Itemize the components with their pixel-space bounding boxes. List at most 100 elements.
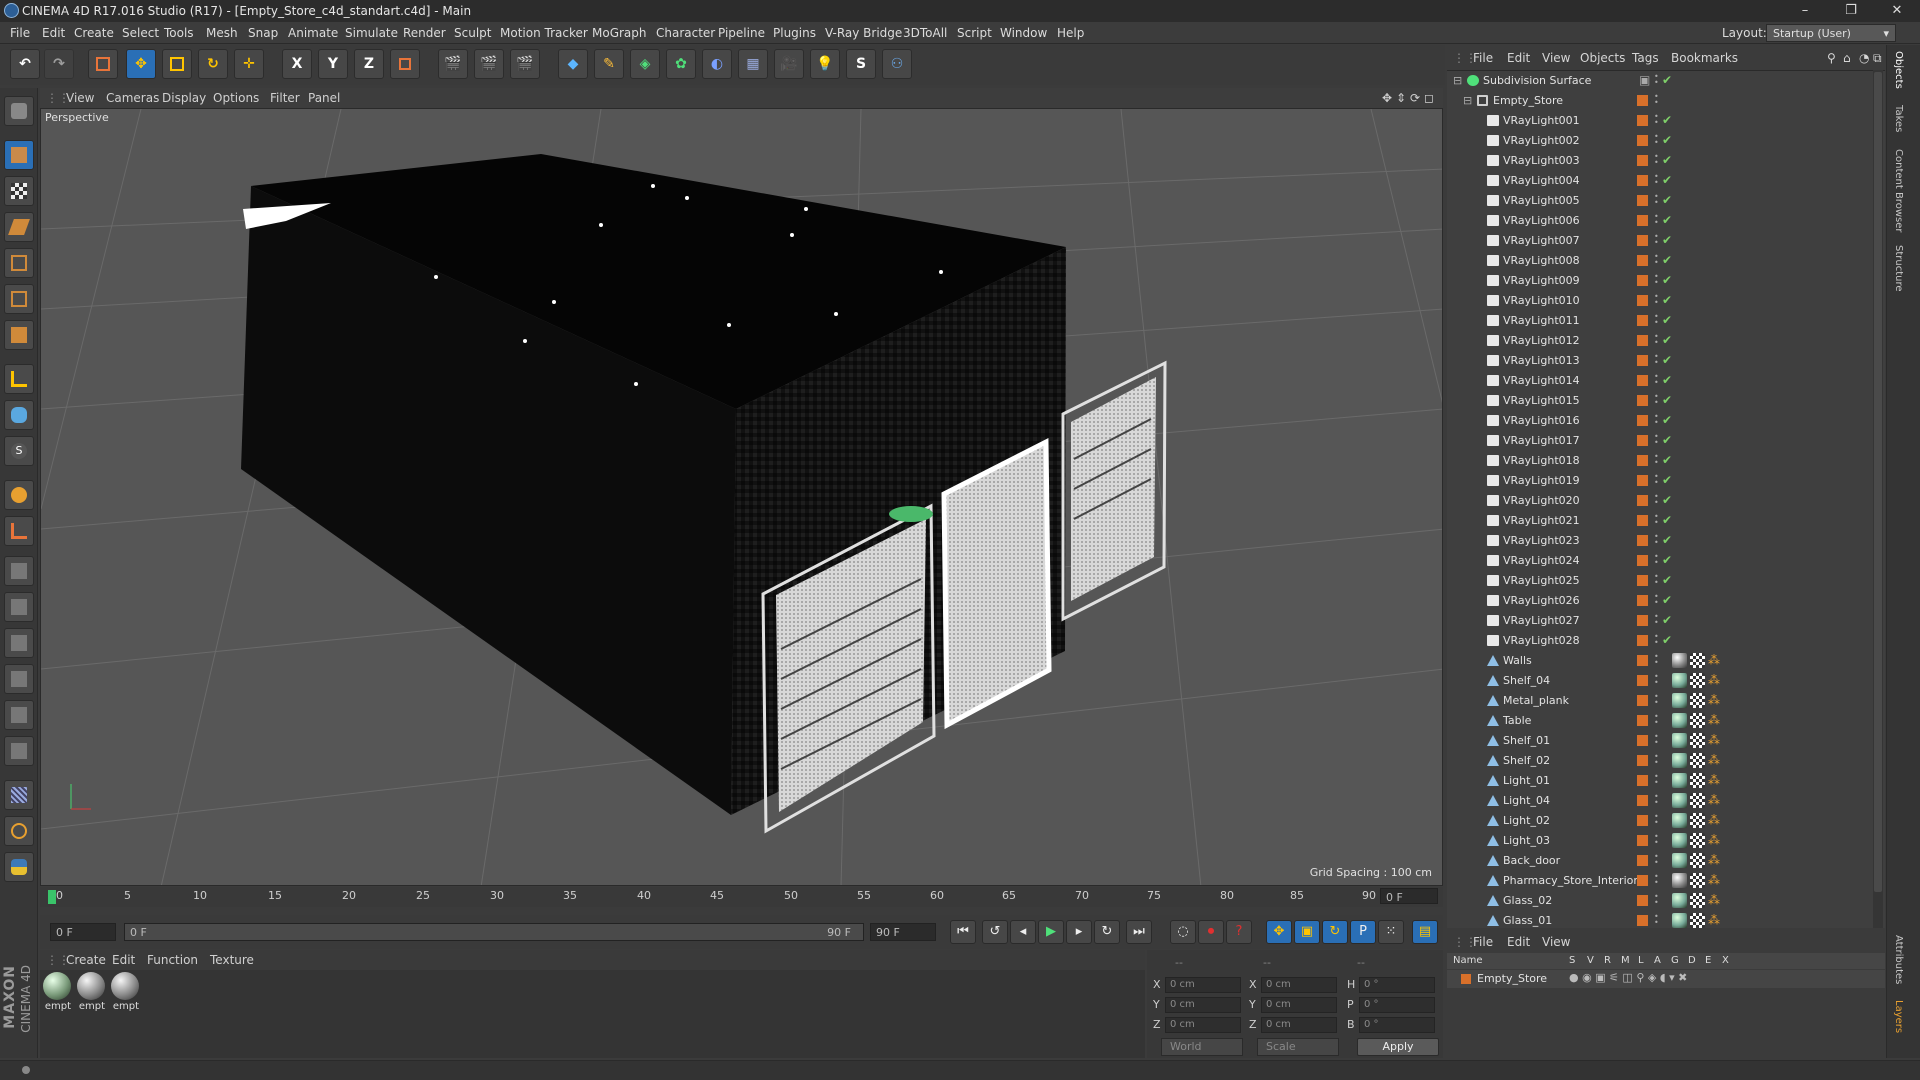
viewport-maximize-icon[interactable]: ◻: [1424, 91, 1434, 105]
home-icon[interactable]: ⌂: [1843, 51, 1851, 65]
visibility-dots-icon[interactable]: • •: [1654, 573, 1660, 588]
material-tag-icon[interactable]: [1672, 873, 1687, 888]
object-row[interactable]: VRayLight012 • • ✔: [1447, 331, 1885, 351]
end-frame-field[interactable]: 90 F: [870, 923, 936, 941]
mograph-cloner-icon[interactable]: ✿: [666, 49, 696, 79]
om-menu-tags[interactable]: Tags: [1632, 51, 1659, 65]
viewport-perspective[interactable]: Perspective Grid Spacing : 100 cm: [40, 108, 1443, 886]
layer-toggle-icons[interactable]: ● ◉ ▣ ⚟ ◫ ⚲ ◈ ◖ ▾ ✖: [1569, 971, 1687, 984]
vray-icon[interactable]: S: [846, 49, 876, 79]
visibility-dots-icon[interactable]: • •: [1654, 333, 1660, 348]
enabled-check-icon[interactable]: ✔: [1662, 573, 1672, 587]
viewport-zoom-icon[interactable]: ⇕: [1396, 91, 1406, 105]
layer-color-swatch[interactable]: [1637, 835, 1648, 846]
axis-x-lock[interactable]: X: [282, 49, 312, 79]
menu-tools[interactable]: Tools: [164, 26, 194, 40]
layer-color-swatch[interactable]: [1637, 855, 1648, 866]
visibility-dots-icon[interactable]: • •: [1654, 193, 1660, 208]
enabled-check-icon[interactable]: ✔: [1662, 133, 1672, 147]
phong-tag-icon[interactable]: ⁂: [1708, 753, 1723, 768]
object-row[interactable]: Table • • ⁂: [1447, 711, 1885, 731]
knife-tool-icon[interactable]: [4, 664, 34, 694]
visibility-dots-icon[interactable]: • •: [1654, 593, 1660, 608]
floor-icon[interactable]: ▦: [738, 49, 768, 79]
tab-takes[interactable]: Takes: [1893, 105, 1904, 132]
undo-icon[interactable]: ↶: [10, 49, 40, 79]
light-icon[interactable]: 💡: [810, 49, 840, 79]
tweak-icon[interactable]: [4, 400, 34, 430]
object-row[interactable]: VRayLight010 • • ✔: [1447, 291, 1885, 311]
phong-tag-icon[interactable]: ⁂: [1708, 873, 1723, 888]
phong-tag-icon[interactable]: ⁂: [1708, 793, 1723, 808]
material-tag-icon[interactable]: [1672, 673, 1687, 688]
visibility-dots-icon[interactable]: • •: [1654, 293, 1660, 308]
material-tag-icon[interactable]: [1672, 793, 1687, 808]
key-position-icon[interactable]: ✥: [1266, 920, 1292, 944]
texture-tag-icon[interactable]: [1690, 773, 1705, 788]
phong-tag-icon[interactable]: ⁂: [1708, 733, 1723, 748]
position-x-field[interactable]: 0 cm: [1165, 977, 1241, 993]
layer-color-swatch[interactable]: [1637, 755, 1648, 766]
polygons-mode-icon[interactable]: [4, 320, 34, 350]
enabled-check-icon[interactable]: ✔: [1662, 233, 1672, 247]
enabled-check-icon[interactable]: ✔: [1662, 613, 1672, 627]
texture-tag-icon[interactable]: [1690, 853, 1705, 868]
menu-window[interactable]: Window: [1000, 26, 1047, 40]
key-scale-icon[interactable]: ▣: [1294, 920, 1320, 944]
enabled-check-icon[interactable]: ✔: [1662, 453, 1672, 467]
vp-menu-view[interactable]: View: [66, 91, 94, 105]
material-tag-icon[interactable]: [1672, 753, 1687, 768]
menu-create[interactable]: Create: [74, 26, 114, 40]
object-row[interactable]: Shelf_04 • • ⁂: [1447, 671, 1885, 691]
layer-color-swatch[interactable]: [1637, 275, 1648, 286]
menu-motion-tracker[interactable]: Motion Tracker: [500, 26, 588, 40]
menu-3dtoall[interactable]: 3DToAll: [903, 26, 947, 40]
material-tag-icon[interactable]: [1672, 773, 1687, 788]
enabled-check-icon[interactable]: ✔: [1662, 553, 1672, 567]
menu-mesh[interactable]: Mesh: [206, 26, 238, 40]
object-row[interactable]: VRayLight019 • • ✔: [1447, 471, 1885, 491]
keyframe-selection-icon[interactable]: ?: [1226, 920, 1252, 944]
visibility-dots-icon[interactable]: • •: [1654, 913, 1660, 928]
enabled-check-icon[interactable]: ✔: [1662, 333, 1672, 347]
layer-color-swatch[interactable]: [1637, 795, 1648, 806]
dynamics-icon[interactable]: [4, 816, 34, 846]
object-row[interactable]: VRayLight025 • • ✔: [1447, 571, 1885, 591]
position-y-field[interactable]: 0 cm: [1165, 997, 1241, 1013]
object-row[interactable]: VRayLight026 • • ✔: [1447, 591, 1885, 611]
visibility-dots-icon[interactable]: • •: [1654, 353, 1660, 368]
visibility-dots-icon[interactable]: • •: [1654, 313, 1660, 328]
layer-color-swatch[interactable]: [1637, 615, 1648, 626]
material-tag-icon[interactable]: [1672, 813, 1687, 828]
rotation-p-field[interactable]: 0 °: [1359, 997, 1435, 1013]
visibility-dots-icon[interactable]: • •: [1654, 793, 1660, 808]
visibility-dots-icon[interactable]: • •: [1654, 173, 1660, 188]
size-mode-dropdown[interactable]: Scale: [1257, 1038, 1339, 1056]
texture-tag-icon[interactable]: [1690, 713, 1705, 728]
phong-tag-icon[interactable]: ⁂: [1708, 773, 1723, 788]
material-tag-icon[interactable]: [1672, 913, 1687, 928]
visibility-dots-icon[interactable]: • •: [1654, 253, 1660, 268]
menu-edit[interactable]: Edit: [42, 26, 65, 40]
layer-color-swatch[interactable]: [1637, 375, 1648, 386]
enabled-check-icon[interactable]: ✔: [1662, 313, 1672, 327]
key-pla-icon[interactable]: ⁙: [1378, 920, 1404, 944]
render-settings-icon[interactable]: 🎬: [510, 49, 540, 79]
menu-animate[interactable]: Animate: [288, 26, 338, 40]
object-row[interactable]: Glass_02 • • ⁂: [1447, 891, 1885, 911]
axis-y-lock[interactable]: Y: [318, 49, 348, 79]
phong-tag-icon[interactable]: ⁂: [1708, 893, 1723, 908]
layer-color-swatch[interactable]: [1637, 655, 1648, 666]
material-swatch[interactable]: empt: [43, 972, 73, 1012]
object-row[interactable]: VRayLight015 • • ✔: [1447, 391, 1885, 411]
python-script-icon[interactable]: [4, 852, 34, 882]
visibility-dots-icon[interactable]: • •: [1654, 613, 1660, 628]
enabled-check-icon[interactable]: ✔: [1662, 633, 1672, 647]
phong-tag-icon[interactable]: ⁂: [1708, 913, 1723, 928]
menu-select[interactable]: Select: [122, 26, 159, 40]
material-swatch[interactable]: empt: [77, 972, 107, 1012]
visibility-dots-icon[interactable]: • •: [1654, 113, 1660, 128]
material-tag-icon[interactable]: [1672, 653, 1687, 668]
transform-icon[interactable]: ✛: [234, 49, 264, 79]
layer-color-swatch[interactable]: [1637, 115, 1648, 126]
